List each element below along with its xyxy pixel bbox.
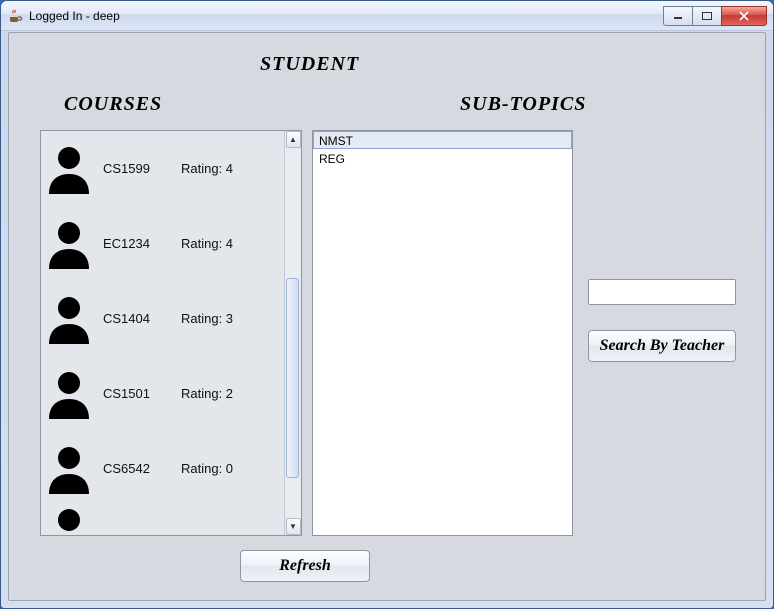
subtopic-item[interactable]: REG [313,149,572,167]
course-rating: Rating: 2 [181,386,233,401]
course-row[interactable] [41,506,284,535]
course-code: CS6542 [103,461,171,476]
search-by-teacher-button[interactable]: Search By Teacher [588,330,736,362]
course-row[interactable]: CS1501 Rating: 2 [41,356,284,431]
course-row[interactable]: CS6542 Rating: 0 [41,431,284,506]
person-icon [45,219,93,269]
scroll-down-button[interactable]: ▼ [286,518,301,535]
course-rating: Rating: 4 [181,236,233,251]
application-window: Logged In - deep STUDENT COURSES SUB-TOP… [0,0,774,609]
minimize-button[interactable] [663,6,693,26]
subtopics-heading: SUB-TOPICS [460,93,586,116]
courses-heading: COURSES [64,93,162,116]
course-code: CS1404 [103,311,171,326]
scroll-up-button[interactable]: ▲ [286,131,301,148]
scroll-thumb[interactable] [286,278,299,478]
course-row[interactable]: CS1404 Rating: 3 [41,281,284,356]
student-heading: STUDENT [260,53,359,76]
teacher-search-input[interactable] [588,279,736,305]
person-icon [45,444,93,494]
course-rating: Rating: 4 [181,161,233,176]
courses-scrollbar[interactable]: ▲ ▼ [284,131,301,535]
java-cup-icon [7,8,23,24]
person-icon [45,369,93,419]
person-icon [45,506,93,535]
maximize-button[interactable] [692,6,722,26]
titlebar[interactable]: Logged In - deep [1,1,773,31]
content-frame: STUDENT COURSES SUB-TOPICS CS1599 Rating:… [8,32,766,601]
course-row[interactable]: CS1599 Rating: 4 [41,131,284,206]
courses-panel: CS1599 Rating: 4 EC1234 Rating: 4 CS1404 Rati… [40,130,302,536]
subtopic-item[interactable]: NMST [313,131,572,149]
course-row[interactable]: EC1234 Rating: 4 [41,206,284,281]
window-title: Logged In - deep [29,9,120,23]
course-rating: Rating: 0 [181,461,233,476]
course-code: CS1501 [103,386,171,401]
window-controls [664,6,767,26]
courses-list[interactable]: CS1599 Rating: 4 EC1234 Rating: 4 CS1404 Rati… [41,131,284,535]
person-icon [45,294,93,344]
person-icon [45,144,93,194]
subtopics-list[interactable]: NMSTREG [312,130,573,536]
scroll-track[interactable] [285,148,301,518]
refresh-button[interactable]: Refresh [240,550,370,582]
close-button[interactable] [721,6,767,26]
course-code: EC1234 [103,236,171,251]
course-code: CS1599 [103,161,171,176]
course-rating: Rating: 3 [181,311,233,326]
